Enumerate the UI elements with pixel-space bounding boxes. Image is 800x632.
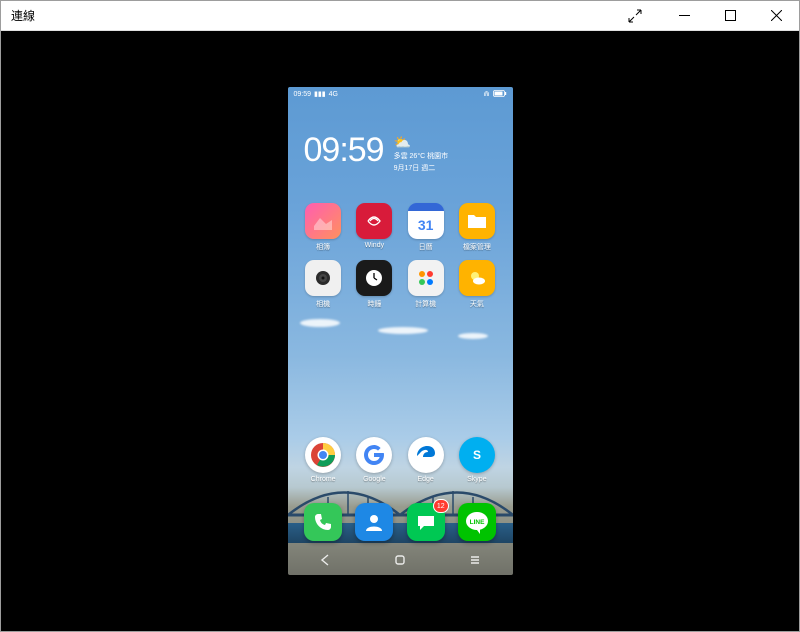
app-label: Chrome bbox=[311, 476, 336, 483]
home-icon bbox=[393, 553, 407, 567]
weather-icon: ⛅ bbox=[394, 135, 449, 149]
app-calendar[interactable]: 31 日曆 bbox=[400, 203, 451, 252]
app-google[interactable]: Google bbox=[349, 437, 400, 483]
dock-phone[interactable] bbox=[298, 503, 349, 541]
weather-date: 9月17日 週二 bbox=[394, 163, 449, 173]
clock-time: 09:59 bbox=[304, 133, 384, 185]
expand-button[interactable] bbox=[615, 1, 655, 31]
nav-bar bbox=[288, 545, 513, 575]
svg-text:LINE: LINE bbox=[469, 519, 484, 526]
app-files[interactable]: 檔案管理 bbox=[451, 203, 502, 252]
calculator-icon bbox=[408, 260, 444, 296]
app-label: 檔案管理 bbox=[463, 242, 491, 252]
chrome-icon bbox=[305, 437, 341, 473]
app-label: Windy bbox=[365, 242, 384, 249]
app-weather[interactable]: 天氣 bbox=[451, 260, 502, 309]
wifi-icon: ⋒ bbox=[484, 90, 490, 98]
nav-back[interactable] bbox=[310, 545, 340, 575]
maximize-button[interactable] bbox=[707, 1, 753, 31]
calendar-icon: 31 bbox=[408, 203, 444, 239]
maximize-icon bbox=[725, 10, 736, 21]
clock-icon bbox=[356, 260, 392, 296]
svg-text:S: S bbox=[473, 448, 481, 462]
minimize-button[interactable] bbox=[661, 1, 707, 31]
signal-icon: ▮▮▮ bbox=[314, 90, 326, 98]
camera-icon bbox=[305, 260, 341, 296]
app-skype[interactable]: S Skype bbox=[451, 437, 502, 483]
client-area: 09:59 ▮▮▮ 4G ⋒ 09:59 ⛅ 多雲 26°C 桃園市 bbox=[1, 31, 799, 631]
app-label: 日曆 bbox=[419, 242, 433, 252]
status-right: ⋒ bbox=[484, 90, 507, 99]
google-icon bbox=[356, 437, 392, 473]
back-icon bbox=[318, 553, 332, 567]
app-clock[interactable]: 時鐘 bbox=[349, 260, 400, 309]
window-title: 連線 bbox=[1, 7, 35, 24]
calendar-day: 31 bbox=[408, 211, 444, 239]
network-label: 4G bbox=[329, 91, 338, 98]
dock-line[interactable]: LINE bbox=[451, 503, 502, 541]
line-icon: LINE bbox=[458, 503, 496, 541]
weather-block: ⛅ 多雲 26°C 桃園市 9月17日 週二 bbox=[394, 133, 449, 185]
recent-icon bbox=[468, 553, 482, 567]
app-calculator[interactable]: 計算機 bbox=[400, 260, 451, 309]
messages-icon: 12 bbox=[407, 503, 445, 541]
titlebar: 連線 bbox=[1, 1, 799, 31]
cloud-decoration bbox=[300, 319, 340, 327]
dock: 12 LINE bbox=[288, 503, 513, 541]
skype-icon: S bbox=[459, 437, 495, 473]
app-label: 天氣 bbox=[470, 299, 484, 309]
app-label: 計算機 bbox=[415, 299, 436, 309]
photos-icon bbox=[305, 203, 341, 239]
app-label: Edge bbox=[417, 476, 433, 483]
dock-messages[interactable]: 12 bbox=[400, 503, 451, 541]
app-label: 相機 bbox=[316, 299, 330, 309]
close-button[interactable] bbox=[753, 1, 799, 31]
edge-icon bbox=[408, 437, 444, 473]
badge: 12 bbox=[433, 499, 449, 513]
favorites-row: Chrome Google Edge S bbox=[288, 437, 513, 483]
nav-recent[interactable] bbox=[460, 545, 490, 575]
app-label: 相簿 bbox=[316, 242, 330, 252]
dock-contacts[interactable] bbox=[349, 503, 400, 541]
app-photos[interactable]: 相簿 bbox=[298, 203, 349, 252]
app-chrome[interactable]: Chrome bbox=[298, 437, 349, 483]
app-camera[interactable]: 相機 bbox=[298, 260, 349, 309]
app-label: Google bbox=[363, 476, 386, 483]
windy-icon bbox=[356, 203, 392, 239]
status-left: 09:59 ▮▮▮ 4G bbox=[294, 90, 338, 98]
weather-desc: 多雲 26°C 桃園市 bbox=[394, 151, 449, 161]
status-time: 09:59 bbox=[294, 91, 312, 98]
nav-home[interactable] bbox=[385, 545, 415, 575]
app-label: Skype bbox=[467, 476, 486, 483]
minimize-icon bbox=[679, 10, 690, 21]
battery-icon bbox=[493, 90, 507, 99]
phone-screen: 09:59 ▮▮▮ 4G ⋒ 09:59 ⛅ 多雲 26°C 桃園市 bbox=[288, 87, 513, 575]
cloud-decoration bbox=[378, 327, 428, 334]
app-edge[interactable]: Edge bbox=[400, 437, 451, 483]
cloud-decoration bbox=[458, 333, 488, 339]
files-icon bbox=[459, 203, 495, 239]
app-windy[interactable]: Windy bbox=[349, 203, 400, 252]
window-frame: 連線 bbox=[0, 0, 800, 632]
contacts-icon bbox=[355, 503, 393, 541]
phone-icon bbox=[304, 503, 342, 541]
close-icon bbox=[771, 10, 782, 21]
expand-icon bbox=[628, 9, 642, 23]
app-grid: 相簿 Windy 31 日曆 bbox=[288, 203, 513, 309]
status-bar: 09:59 ▮▮▮ 4G ⋒ bbox=[288, 87, 513, 101]
clock-weather-widget[interactable]: 09:59 ⛅ 多雲 26°C 桃園市 9月17日 週二 bbox=[304, 133, 501, 185]
app-label: 時鐘 bbox=[367, 299, 381, 309]
weather-icon bbox=[459, 260, 495, 296]
